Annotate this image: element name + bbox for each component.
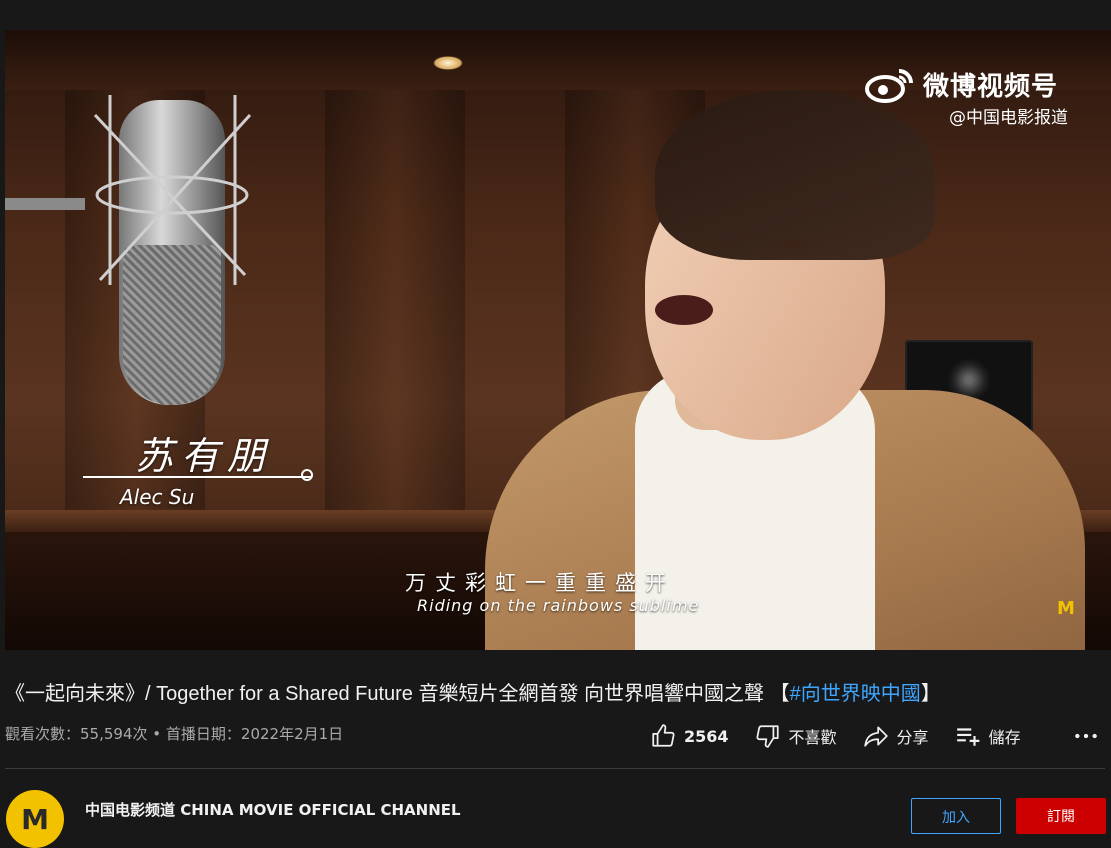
channel-name[interactable]: 中国电影频道 CHINA MOVIE OFFICIAL CHANNEL (85, 799, 461, 820)
premiere-label: 首播日期： (165, 725, 241, 743)
watermark-handle: @中国电影报道 (949, 108, 1068, 128)
share-icon (863, 726, 888, 747)
subtitle-cn: 万丈彩虹一重重盛开 (405, 571, 675, 595)
top-strip (0, 0, 1111, 30)
action-bar: 2564 不喜歡 分享 儲存 (650, 720, 1047, 752)
video-title-end: 】 (920, 683, 941, 705)
video-frame: 苏有朋 Alec Su 万丈彩虹一重重盛开 Riding on the rain… (5, 30, 1111, 650)
save-label: 儲存 (988, 728, 1021, 747)
view-count: 55,594次 (80, 725, 148, 743)
hashtag-link[interactable]: #向世界映中國 (790, 683, 921, 705)
channel-row: M 中国电影频道 CHINA MOVIE OFFICIAL CHANNEL 加入… (0, 782, 1111, 848)
channel-avatar[interactable]: M (6, 790, 64, 848)
weibo-watermark-text: 微博视频号 (923, 71, 1059, 102)
more-icon[interactable] (1073, 723, 1099, 749)
thumbs-down-icon (756, 725, 779, 748)
premiere-date: 2022年2月1日 (240, 725, 344, 743)
divider (5, 768, 1105, 769)
video-meta: 觀看次數：55,594次 • 首播日期：2022年2月1日 (5, 723, 343, 744)
lower-third-name-en: Alec Su (120, 485, 195, 509)
singer (485, 70, 1085, 650)
ceiling-light (433, 56, 463, 70)
like-count: 2564 (684, 726, 729, 746)
dislike-button[interactable]: 不喜歡 (755, 723, 837, 749)
save-playlist-icon (956, 728, 979, 746)
video-title: 《一起向未來》/ Together for a Shared Future 音樂… (5, 677, 941, 706)
lower-third-dot (301, 469, 313, 481)
dislike-label: 不喜歡 (788, 728, 837, 747)
weibo-icon (865, 69, 913, 103)
like-button[interactable]: 2564 (650, 723, 729, 749)
lower-third-name-cn: 苏有朋 (135, 434, 274, 478)
thumbs-up-icon (652, 724, 675, 747)
video-player[interactable]: 苏有朋 Alec Su 万丈彩虹一重重盛开 Riding on the rain… (5, 30, 1111, 650)
weibo-watermark: 微博视频号 (865, 65, 1058, 103)
save-button[interactable]: 儲存 (955, 723, 1021, 749)
meta-separator: • (147, 725, 166, 743)
lower-third-line (83, 476, 311, 478)
share-label: 分享 (896, 728, 929, 747)
share-button[interactable]: 分享 (863, 723, 929, 749)
corner-logo: M (1057, 598, 1075, 619)
subscribe-button[interactable]: 訂閱 (1016, 798, 1106, 834)
join-button[interactable]: 加入 (911, 798, 1001, 834)
video-title-text: 《一起向未來》/ Together for a Shared Future 音樂… (5, 683, 790, 705)
subtitle-en: Riding on the rainbows sublime (417, 596, 700, 615)
mic-boom (5, 198, 85, 210)
mic-shock-mount (93, 95, 252, 285)
views-label: 觀看次數： (5, 725, 81, 743)
